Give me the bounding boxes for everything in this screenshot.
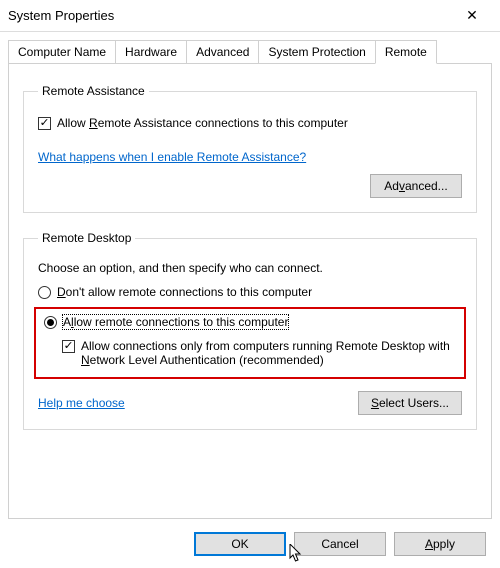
link-help-me-choose[interactable]: Help me choose <box>38 396 125 410</box>
group-remote-assistance: Remote Assistance Allow Remote Assistanc… <box>23 84 477 213</box>
button-apply[interactable]: Apply <box>394 532 486 556</box>
close-button[interactable]: ✕ <box>452 2 492 30</box>
radio-icon <box>44 316 57 329</box>
checkbox-nla[interactable]: Allow connections only from computers ru… <box>62 339 456 367</box>
radio-allow[interactable]: Allow remote connections to this compute… <box>44 315 456 329</box>
link-ra-help[interactable]: What happens when I enable Remote Assist… <box>38 150 306 164</box>
group-remote-desktop: Remote Desktop Choose an option, and the… <box>23 231 477 430</box>
dialog-body: Computer Name Hardware Advanced System P… <box>0 32 500 519</box>
tab-hardware[interactable]: Hardware <box>115 40 187 64</box>
checkbox-label: Allow Remote Assistance connections to t… <box>57 116 348 130</box>
dialog-button-row: OK Cancel Apply <box>194 532 486 556</box>
tab-system-protection[interactable]: System Protection <box>258 40 375 64</box>
button-cancel[interactable]: Cancel <box>294 532 386 556</box>
tab-panel-remote: Remote Assistance Allow Remote Assistanc… <box>8 63 492 519</box>
highlight-box: Allow remote connections to this compute… <box>34 307 466 379</box>
group-remote-assistance-legend: Remote Assistance <box>38 84 149 98</box>
tab-strip: Computer Name Hardware Advanced System P… <box>8 40 492 64</box>
checkbox-icon <box>62 340 75 353</box>
remote-desktop-desc: Choose an option, and then specify who c… <box>38 261 462 275</box>
checkbox-allow-remote-assistance[interactable]: Allow Remote Assistance connections to t… <box>38 116 462 130</box>
checkbox-label: Allow connections only from computers ru… <box>81 339 456 367</box>
group-remote-desktop-legend: Remote Desktop <box>38 231 135 245</box>
button-select-users[interactable]: Select Users... <box>358 391 462 415</box>
title-bar: System Properties ✕ <box>0 0 500 32</box>
button-ok[interactable]: OK <box>194 532 286 556</box>
checkbox-icon <box>38 117 51 130</box>
window-title: System Properties <box>8 8 452 23</box>
tab-remote[interactable]: Remote <box>375 40 437 64</box>
tab-computer-name[interactable]: Computer Name <box>8 40 116 64</box>
radio-icon <box>38 286 51 299</box>
radio-dont-allow[interactable]: Don't allow remote connections to this c… <box>38 285 462 299</box>
button-ra-advanced[interactable]: Advanced... <box>370 174 462 198</box>
radio-label: Don't allow remote connections to this c… <box>57 285 312 299</box>
tab-advanced[interactable]: Advanced <box>186 40 259 64</box>
radio-label: Allow remote connections to this compute… <box>63 315 288 329</box>
